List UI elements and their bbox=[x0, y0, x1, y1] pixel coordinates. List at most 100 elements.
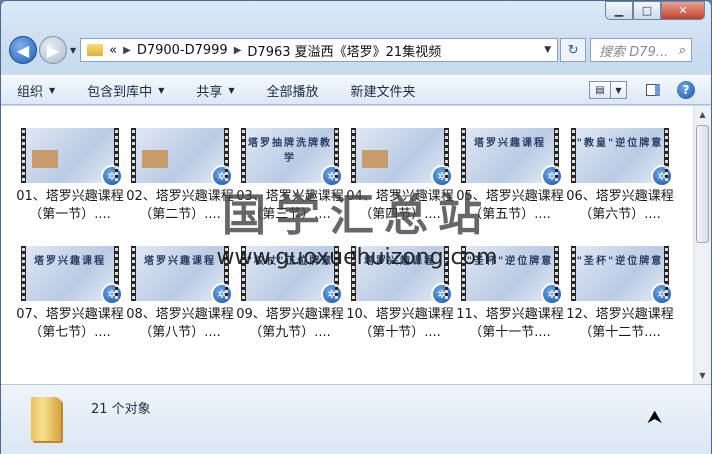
refresh-button[interactable]: ↻ bbox=[560, 38, 587, 62]
file-name: 08、塔罗兴趣课程（第八节）.... bbox=[126, 307, 234, 340]
breadcrumb-item[interactable]: D7900-D7999 bbox=[137, 43, 228, 58]
slide-title: 塔罗兴趣课程 bbox=[364, 256, 436, 267]
file-item[interactable]: "教皇"逆位牌意 ✲ 06、塔罗兴趣课程（第六节）.... bbox=[565, 128, 675, 224]
preview-pane-button[interactable] bbox=[643, 81, 663, 99]
slide-title: "教皇"逆位牌意 bbox=[576, 138, 664, 149]
media-player-icon: ✲ bbox=[101, 165, 123, 187]
chevron-down-icon: ▼ bbox=[228, 85, 235, 95]
slide-title: 塔罗抽牌洗牌教学 bbox=[248, 138, 332, 164]
media-player-icon: ✲ bbox=[431, 283, 453, 305]
slide-title: "圣杯"逆位牌意 bbox=[466, 256, 554, 267]
media-player-icon: ✲ bbox=[431, 165, 453, 187]
vertical-scrollbar[interactable]: ▲ ▼ bbox=[693, 106, 711, 384]
chevron-down-icon: ▼ bbox=[158, 85, 165, 95]
file-name: 02、塔罗兴趣课程（第二节）.... bbox=[126, 189, 234, 222]
caption-buttons: ▁ □ ✕ bbox=[605, 1, 705, 20]
scroll-down-icon[interactable]: ▼ bbox=[694, 367, 711, 384]
new-folder-button[interactable]: 新建文件夹 bbox=[335, 81, 432, 100]
item-count: 21 个对象 bbox=[91, 402, 151, 417]
file-item[interactable]: ✲ 02、塔罗兴趣课程（第二节）.... bbox=[125, 128, 235, 224]
media-player-icon: ✲ bbox=[211, 165, 233, 187]
file-name: 07、塔罗兴趣课程（第七节）.... bbox=[16, 307, 124, 340]
new-folder-label: 新建文件夹 bbox=[350, 84, 416, 100]
breadcrumb-item[interactable]: D7963 夏溢西《塔罗》21集视频 bbox=[247, 41, 441, 60]
search-input[interactable]: 搜索 D79... ⌕ bbox=[590, 38, 693, 62]
file-name: 06、塔罗兴趣课程（第六节）.... bbox=[566, 189, 674, 222]
address-bar[interactable]: « ▶ D7900-D7999 ▶ D7963 夏溢西《塔罗》21集视频 ▼ bbox=[80, 38, 559, 62]
file-grid: ✲ 01、塔罗兴趣课程（第一节）.... ✲ 02、塔罗兴趣课程（第二节）.... 塔罗… bbox=[15, 128, 675, 342]
media-player-icon: ✲ bbox=[321, 165, 343, 187]
file-item[interactable]: "权杖"正位牌意 ✲ 09、塔罗兴趣课程（第九节）.... bbox=[235, 246, 345, 342]
video-thumbnail: 塔罗抽牌洗牌教学 ✲ bbox=[241, 128, 343, 187]
file-name: 05、塔罗兴趣课程（第五节）.... bbox=[456, 189, 564, 222]
view-icon: ▤ bbox=[595, 84, 605, 96]
video-thumbnail: 塔罗兴趣课程 ✲ bbox=[461, 128, 563, 187]
slide-title: 塔罗兴趣课程 bbox=[144, 256, 216, 267]
include-library-menu[interactable]: 包含到库中 ▼ bbox=[71, 81, 180, 100]
slide-title: "权杖"正位牌意 bbox=[246, 256, 334, 267]
slide-image bbox=[32, 150, 58, 168]
media-player-icon: ✲ bbox=[321, 283, 343, 305]
file-name: 11、塔罗兴趣课程（第十一节.... bbox=[456, 307, 564, 340]
slide-image bbox=[362, 150, 388, 168]
share-label: 共享 bbox=[196, 84, 223, 100]
file-item[interactable]: ✲ 01、塔罗兴趣课程（第一节）.... bbox=[15, 128, 125, 224]
file-item[interactable]: 塔罗兴趣课程 ✲ 10、塔罗兴趣课程（第十节）.... bbox=[345, 246, 455, 342]
video-thumbnail: "权杖"正位牌意 ✲ bbox=[241, 246, 343, 305]
maximize-button[interactable]: □ bbox=[633, 1, 661, 20]
file-item[interactable]: 塔罗兴趣课程 ✲ 05、塔罗兴趣课程（第五节）.... bbox=[455, 128, 565, 224]
video-thumbnail: ✲ bbox=[21, 128, 123, 187]
search-placeholder: 搜索 D79... bbox=[599, 44, 669, 60]
video-thumbnail: ✲ bbox=[131, 128, 233, 187]
media-player-icon: ✲ bbox=[651, 283, 673, 305]
breadcrumb-overflow[interactable]: « bbox=[109, 43, 117, 58]
details-pane: 21 个对象 bbox=[1, 384, 711, 454]
file-name: 09、塔罗兴趣课程（第九节）.... bbox=[236, 307, 344, 340]
address-dropdown-icon[interactable]: ▼ bbox=[544, 45, 551, 55]
command-bar: 组织 ▼ 包含到库中 ▼ 共享 ▼ 全部播放 新建文件夹 ▤ ▼ ? bbox=[1, 75, 711, 105]
video-thumbnail: 塔罗兴趣课程 ✲ bbox=[21, 246, 123, 305]
video-thumbnail: 塔罗兴趣课程 ✲ bbox=[351, 246, 453, 305]
include-library-label: 包含到库中 bbox=[87, 84, 153, 100]
organize-menu[interactable]: 组织 ▼ bbox=[1, 81, 71, 100]
close-button[interactable]: ✕ bbox=[661, 1, 705, 20]
file-name: 12、塔罗兴趣课程（第十二节.... bbox=[566, 307, 674, 340]
forward-button[interactable]: ▶ bbox=[39, 36, 67, 64]
video-thumbnail: "教皇"逆位牌意 ✲ bbox=[571, 128, 673, 187]
scroll-up-icon[interactable]: ▲ bbox=[694, 106, 711, 123]
breadcrumb-separator-icon: ▶ bbox=[233, 44, 242, 56]
recent-pages-dropdown[interactable]: ▼ bbox=[70, 46, 76, 55]
view-dropdown[interactable]: ▼ bbox=[611, 81, 627, 99]
slide-title: 塔罗兴趣课程 bbox=[474, 138, 546, 149]
file-item[interactable]: "圣杯"逆位牌意 ✲ 12、塔罗兴趣课程（第十二节.... bbox=[565, 246, 675, 342]
navigation-bar: ◀ ▶ ▼ « ▶ D7900-D7999 ▶ D7963 夏溢西《塔罗》21集… bbox=[9, 35, 703, 65]
file-list[interactable]: ✲ 01、塔罗兴趣课程（第一节）.... ✲ 02、塔罗兴趣课程（第二节）.... 塔罗… bbox=[1, 106, 693, 384]
slide-image bbox=[142, 150, 168, 168]
scrollbar-thumb[interactable] bbox=[696, 125, 709, 243]
breadcrumb-separator-icon: ▶ bbox=[123, 44, 131, 56]
back-button[interactable]: ◀ bbox=[9, 36, 37, 64]
share-menu[interactable]: 共享 ▼ bbox=[180, 81, 250, 100]
mouse-cursor-icon: ⮝ bbox=[647, 407, 663, 428]
organize-label: 组织 bbox=[17, 84, 44, 100]
video-thumbnail: 塔罗兴趣课程 ✲ bbox=[131, 246, 233, 305]
file-item[interactable]: 塔罗兴趣课程 ✲ 07、塔罗兴趣课程（第七节）.... bbox=[15, 246, 125, 342]
search-icon[interactable]: ⌕ bbox=[679, 43, 686, 58]
media-player-icon: ✲ bbox=[101, 283, 123, 305]
media-player-icon: ✲ bbox=[651, 165, 673, 187]
play-all-button[interactable]: 全部播放 bbox=[251, 81, 335, 100]
media-player-icon: ✲ bbox=[541, 165, 563, 187]
file-item[interactable]: ✲ 04、塔罗兴趣课程（第四节）.... bbox=[345, 128, 455, 224]
minimize-button[interactable]: ▁ bbox=[605, 1, 633, 20]
chevron-down-icon: ▼ bbox=[49, 85, 56, 95]
change-view-button[interactable]: ▤ bbox=[589, 81, 611, 99]
chevron-down-icon: ▼ bbox=[615, 85, 622, 95]
folder-icon bbox=[87, 44, 104, 56]
file-item[interactable]: 塔罗兴趣课程 ✲ 08、塔罗兴趣课程（第八节）.... bbox=[125, 246, 235, 342]
file-name: 10、塔罗兴趣课程（第十节）.... bbox=[346, 307, 454, 340]
file-item[interactable]: 塔罗抽牌洗牌教学 ✲ 03、塔罗兴趣课程（第三节）.... bbox=[235, 128, 345, 224]
video-thumbnail: "圣杯"逆位牌意 ✲ bbox=[461, 246, 563, 305]
help-button[interactable]: ? bbox=[677, 81, 695, 99]
file-item[interactable]: "圣杯"逆位牌意 ✲ 11、塔罗兴趣课程（第十一节.... bbox=[455, 246, 565, 342]
toolbar-right-group: ▤ ▼ ? bbox=[589, 81, 695, 99]
